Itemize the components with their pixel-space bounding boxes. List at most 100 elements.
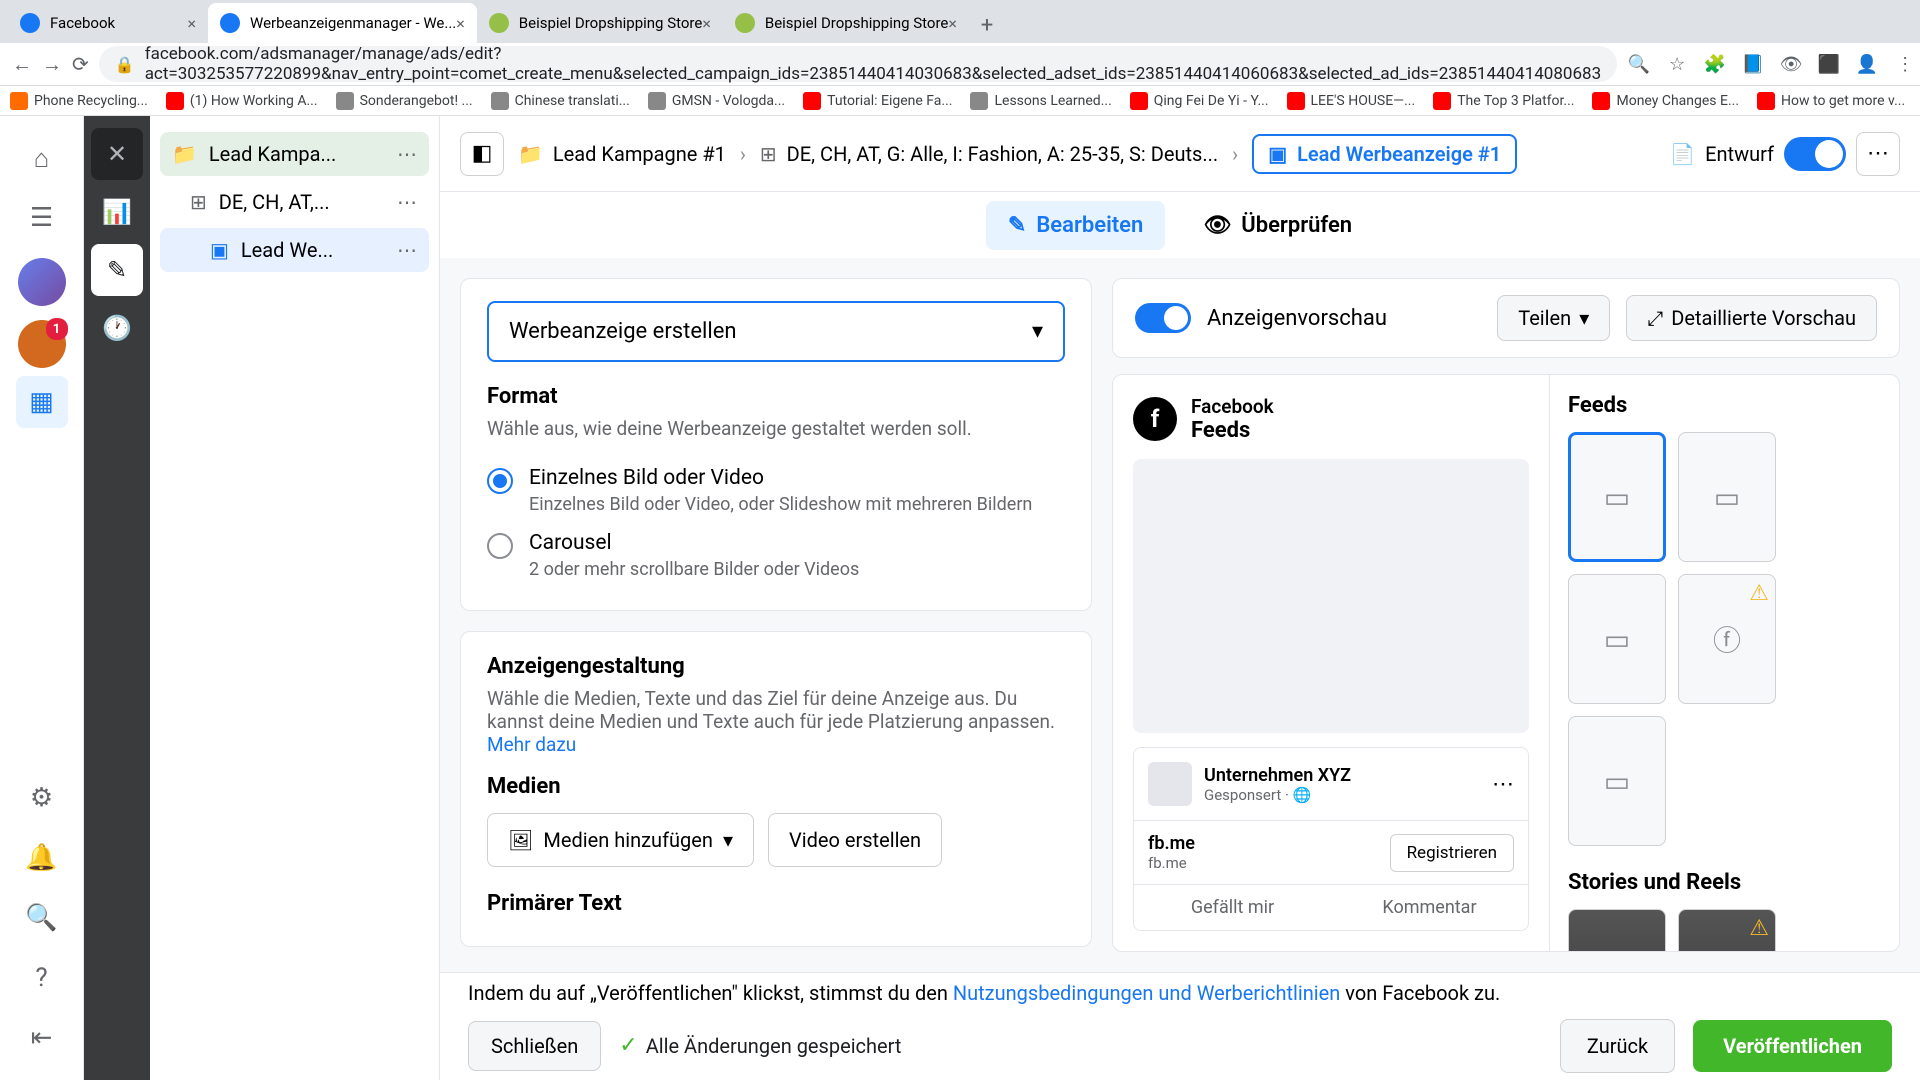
- placement-card[interactable]: ▭: [1568, 432, 1666, 562]
- menu-icon[interactable]: ☰: [16, 192, 68, 244]
- breadcrumb-ad[interactable]: ▣Lead Werbeanzeige #1: [1252, 134, 1517, 174]
- like-button[interactable]: Gefällt mir: [1134, 885, 1331, 930]
- detailed-preview-button[interactable]: ⤢Detaillierte Vorschau: [1626, 295, 1877, 341]
- bookmark-favicon: [970, 92, 988, 110]
- bookmark-favicon: [1433, 92, 1451, 110]
- ads-manager-icon[interactable]: ▦: [16, 376, 68, 428]
- ad-preview: Unternehmen XYZ Gesponsert · 🌐 ⋯ fb.me f…: [1133, 747, 1529, 931]
- format-carousel[interactable]: Carousel 2 oder mehr scrollbare Bilder o…: [487, 523, 1065, 588]
- placement-card[interactable]: ▭: [1568, 716, 1666, 846]
- placement-card[interactable]: ▭: [1568, 574, 1666, 704]
- add-media-button[interactable]: 🖼Medien hinzufügen▾: [487, 813, 754, 867]
- cookie-icon[interactable]: 1: [18, 320, 66, 368]
- bookmark[interactable]: Phone Recycling...: [10, 92, 148, 110]
- placement-card[interactable]: ▭: [1678, 432, 1776, 562]
- preview-toggle[interactable]: [1135, 303, 1191, 333]
- search-icon[interactable]: 🔍: [1627, 52, 1651, 76]
- close-icon[interactable]: ×: [456, 14, 465, 33]
- more-icon[interactable]: ⋯: [397, 190, 417, 214]
- create-ad-dropdown[interactable]: Werbeanzeige erstellen▾: [487, 301, 1065, 362]
- bookmark[interactable]: GMSN - Vologda...: [648, 92, 785, 110]
- share-button[interactable]: Teilen▾: [1497, 295, 1610, 341]
- save-label: Alle Änderungen gespeichert: [646, 1034, 902, 1058]
- tree-adset[interactable]: ⊞DE, CH, AT,...⋯: [160, 180, 429, 224]
- placement-card[interactable]: ⚠ⓕ: [1678, 574, 1776, 704]
- extension-icon[interactable]: 📘: [1741, 52, 1765, 76]
- close-icon[interactable]: ✕: [91, 128, 143, 180]
- terms-link[interactable]: Nutzungsbedingungen und Werberichtlinien: [953, 981, 1340, 1005]
- bookmark[interactable]: Chinese translati...: [491, 92, 630, 110]
- ad-link: fb.me: [1148, 833, 1195, 854]
- home-icon[interactable]: ⌂: [16, 132, 68, 184]
- browser-tab[interactable]: Beispiel Dropshipping Store×: [477, 3, 723, 43]
- bookmark[interactable]: Sonderangebot! ...: [336, 92, 473, 110]
- placement-story-card[interactable]: ▭: [1568, 909, 1666, 951]
- bookmark[interactable]: The Top 3 Platfor...: [1433, 92, 1574, 110]
- close-button[interactable]: Schließen: [468, 1021, 601, 1071]
- browser-tab-active[interactable]: Werbeanzeigenmanager - We...×: [208, 3, 477, 43]
- search-icon[interactable]: 🔍: [16, 892, 68, 944]
- collapse-icon[interactable]: ⇤: [16, 1012, 68, 1064]
- edit-icon[interactable]: ✎: [91, 244, 143, 296]
- format-single[interactable]: Einzelnes Bild oder Video Einzelnes Bild…: [487, 458, 1065, 523]
- bookmark[interactable]: Lessons Learned...: [970, 92, 1111, 110]
- back-button[interactable]: Zurück: [1560, 1019, 1675, 1073]
- breadcrumb-campaign[interactable]: 📁Lead Kampagne #1: [518, 142, 726, 166]
- menu-icon[interactable]: ⋮: [1893, 52, 1917, 76]
- tree-ad[interactable]: ▣Lead We...⋯: [160, 228, 429, 272]
- placement-story-card[interactable]: ⚠ⓕ: [1678, 909, 1776, 951]
- extension-icon[interactable]: 👁: [1779, 52, 1803, 76]
- bookmark-label: LEE'S HOUSE—...: [1311, 93, 1416, 109]
- reload-button[interactable]: ⟳: [72, 50, 89, 78]
- save-status: ✓Alle Änderungen gespeichert: [619, 1033, 901, 1058]
- chart-icon[interactable]: 📊: [91, 186, 143, 238]
- tab-review[interactable]: 👁Überprüfen: [1181, 201, 1374, 250]
- bookmark[interactable]: LEE'S HOUSE—...: [1287, 92, 1416, 110]
- comment-button[interactable]: Kommentar: [1331, 885, 1528, 930]
- facebook-favicon: [20, 13, 40, 33]
- browser-tab[interactable]: Beispiel Dropshipping Store×: [723, 3, 969, 43]
- button-label: Medien hinzufügen: [543, 828, 713, 852]
- cta-button[interactable]: Registrieren: [1390, 834, 1514, 872]
- forward-button[interactable]: →: [42, 50, 62, 78]
- publish-button[interactable]: Veröffentlichen: [1693, 1020, 1892, 1072]
- create-video-button[interactable]: Video erstellen: [768, 813, 942, 867]
- extension-icon[interactable]: 🧩: [1703, 52, 1727, 76]
- extension-icon[interactable]: ⬛: [1817, 52, 1841, 76]
- learn-more-link[interactable]: Mehr dazu: [487, 733, 576, 756]
- bookmark[interactable]: (1) How Working A...: [166, 92, 318, 110]
- disclaimer: Indem du auf „Veröffentlichen" klickst, …: [468, 981, 1892, 1005]
- help-icon[interactable]: ?: [16, 952, 68, 1004]
- close-icon[interactable]: ×: [187, 14, 196, 33]
- button-label: Teilen: [1518, 306, 1571, 330]
- back-button[interactable]: ←: [12, 50, 32, 78]
- breadcrumb-adset[interactable]: ⊞DE, CH, AT, G: Alle, I: Fashion, A: 25-…: [760, 142, 1218, 166]
- url-field[interactable]: 🔒facebook.com/adsmanager/manage/ads/edit…: [99, 46, 1617, 82]
- bookmark[interactable]: Tutorial: Eigene Fa...: [803, 92, 952, 110]
- more-icon[interactable]: ⋯: [397, 142, 417, 166]
- bookmark[interactable]: How to get more v...: [1757, 92, 1905, 110]
- settings-icon[interactable]: ⚙: [16, 772, 68, 824]
- sidebar-toggle-icon[interactable]: ◧: [460, 132, 504, 176]
- close-icon[interactable]: ×: [948, 14, 957, 33]
- history-icon[interactable]: 🕐: [91, 302, 143, 354]
- notifications-icon[interactable]: 🔔: [16, 832, 68, 884]
- tab-edit[interactable]: ✎Bearbeiten: [986, 201, 1165, 250]
- more-icon[interactable]: ⋯: [1492, 772, 1514, 797]
- star-icon[interactable]: ☆: [1665, 52, 1689, 76]
- address-bar: ← → ⟳ 🔒facebook.com/adsmanager/manage/ad…: [0, 43, 1920, 85]
- radio-desc: 2 oder mehr scrollbare Bilder oder Video…: [529, 559, 859, 580]
- browser-tab[interactable]: Facebook×: [8, 3, 208, 43]
- close-icon[interactable]: ×: [702, 14, 711, 33]
- avatar[interactable]: [18, 258, 66, 306]
- notification-badge: 1: [46, 318, 68, 340]
- more-icon[interactable]: ⋯: [1856, 132, 1900, 176]
- publish-toggle[interactable]: [1784, 137, 1846, 171]
- bookmark[interactable]: Money Changes E...: [1592, 92, 1739, 110]
- tree-campaign[interactable]: 📁Lead Kampa...⋯: [160, 132, 429, 176]
- new-tab-button[interactable]: +: [969, 7, 1005, 43]
- more-icon[interactable]: ⋯: [397, 238, 417, 262]
- tab-title: Beispiel Dropshipping Store: [765, 14, 949, 32]
- bookmark[interactable]: Qing Fei De Yi - Y...: [1130, 92, 1269, 110]
- profile-icon[interactable]: 👤: [1855, 52, 1879, 76]
